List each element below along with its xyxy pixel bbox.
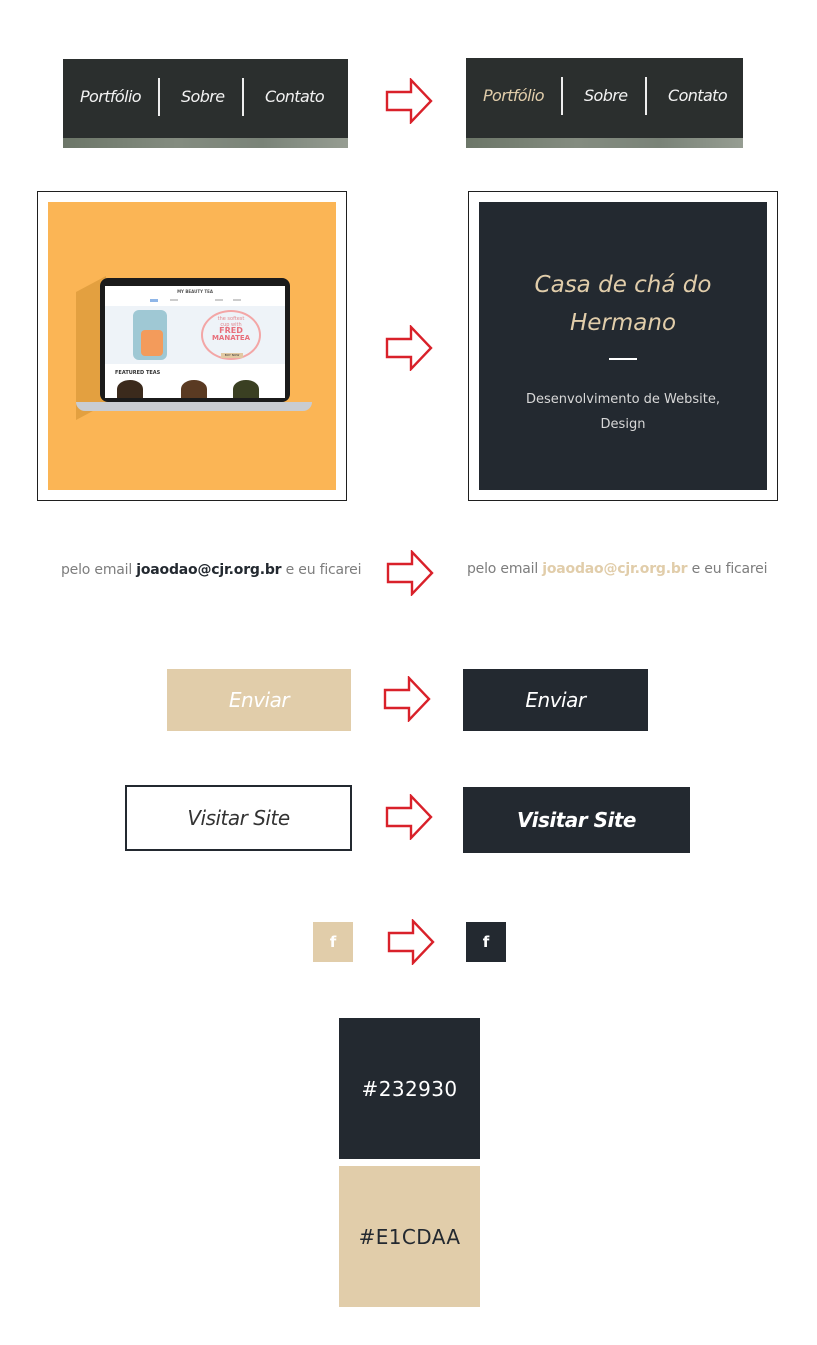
visitar-site-button-hover[interactable]: Visitar Site [463,787,690,853]
portfolio-card-subtitle: Desenvolvimento de Website, Design [525,392,720,432]
site-nav [215,299,223,301]
tea-image [117,380,143,398]
arrow-right-icon [385,325,433,371]
color-swatch-beige: #E1CDAA [339,1166,480,1307]
enviar-button-hover[interactable]: Enviar [463,669,648,731]
enviar-button[interactable]: Enviar [167,669,351,731]
portfolio-card-overlay: Casa de chá do Hermano Desenvolvimento d… [479,202,767,490]
banner-text: the softest cup with FRED MANATEA [203,316,259,342]
nav-item-contato[interactable]: Contato [668,86,728,105]
nav-divider [158,78,160,116]
facebook-icon[interactable]: f [313,922,353,962]
banner-button: BUY NOW [221,353,243,358]
text-suffix: e eu ficarei [285,562,362,578]
color-swatch-dark: #232930 [339,1018,480,1159]
laptop-base [76,402,312,411]
portfolio-image: MY BEAUTY TEA the softest cup with FRED … [48,202,336,490]
nav-item-sobre[interactable]: Sobre [584,86,628,105]
site-nav [233,299,241,301]
nav-background-image [466,138,743,148]
nav-divider [561,77,563,115]
nav-background-image [63,138,348,148]
nav-item-contato[interactable]: Contato [265,87,325,106]
title-divider [609,358,637,360]
site-banner: the softest cup with FRED MANATEA BUY NO… [105,306,285,364]
nav-divider [242,78,244,116]
site-nav [150,299,158,302]
text-prefix: pelo email [61,562,133,578]
portfolio-card-before[interactable]: MY BEAUTY TEA the softest cup with FRED … [37,191,347,501]
portfolio-card-title: Casa de chá do Hermano [534,272,712,336]
nav-item-sobre[interactable]: Sobre [181,87,225,106]
nav-item-portfolio-active[interactable]: Portfólio [483,86,545,105]
email-link[interactable]: joaodao@cjr.org.br [136,562,281,578]
text-suffix: e eu ficarei [691,561,768,577]
arrow-right-icon [386,550,434,596]
email-link-hover[interactable]: joaodao@cjr.org.br [542,561,687,577]
visitar-site-button[interactable]: Visitar Site [125,785,352,851]
banner-line: MANATEA [211,334,251,342]
tea-image [181,380,207,398]
featured-title: FEATURED TEAS [115,370,161,376]
arrow-right-icon [385,794,433,840]
contact-text-before: pelo email joaodao@cjr.org.br e eu ficar… [61,562,361,578]
tea-jar-image [141,330,163,356]
website-preview: MY BEAUTY TEA the softest cup with FRED … [105,286,285,398]
facebook-icon-hover[interactable]: f [466,922,506,962]
contact-text-after: pelo email joaodao@cjr.org.br e eu ficar… [467,561,767,577]
nav-bar-before: Portfólio Sobre Contato [63,59,348,148]
nav-item-portfolio[interactable]: Portfólio [80,87,142,106]
nav-divider [645,77,647,115]
text-prefix: pelo email [467,561,539,577]
arrow-right-icon [383,676,431,722]
site-nav [170,299,178,301]
arrow-right-icon [385,78,433,124]
site-name: MY BEAUTY TEA [177,289,213,294]
arrow-right-icon [387,919,435,965]
tea-image [233,380,259,398]
laptop-mockup: MY BEAUTY TEA the softest cup with FRED … [100,278,290,402]
nav-bar-after: Portfólio Sobre Contato [466,58,743,148]
portfolio-card-after[interactable]: Casa de chá do Hermano Desenvolvimento d… [468,191,778,501]
